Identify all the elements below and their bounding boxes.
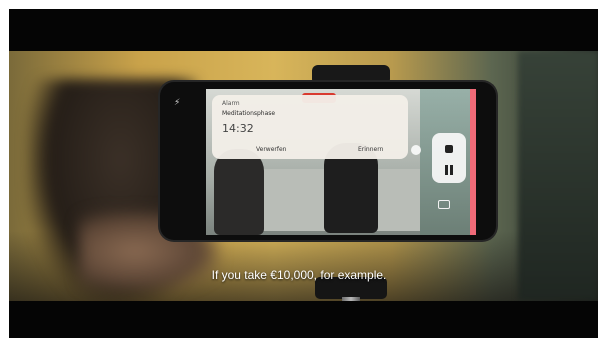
phone-screen: Alarm Meditationsphase 14:32 Verwerfen E… xyxy=(206,89,476,235)
person-left xyxy=(214,149,264,235)
notification-app-label: Alarm xyxy=(222,100,240,107)
pause-icon[interactable] xyxy=(444,165,454,175)
smartphone: Alarm Meditationsphase 14:32 Verwerfen E… xyxy=(160,82,496,240)
notification-time: 14:32 xyxy=(222,122,254,135)
background-plant xyxy=(518,51,598,301)
recording-controls xyxy=(432,133,466,183)
stop-icon[interactable] xyxy=(445,145,453,153)
subtitle-caption: If you take €10,000, for example. xyxy=(211,268,387,282)
tripod-stem xyxy=(342,297,360,301)
notification-title: Meditationsphase xyxy=(222,110,276,117)
video-scene: Alarm Meditationsphase 14:32 Verwerfen E… xyxy=(9,51,598,301)
video-frame: Alarm Meditationsphase 14:32 Verwerfen E… xyxy=(9,9,598,338)
screen-edge-strip xyxy=(470,89,476,235)
camera-icon[interactable] xyxy=(438,200,450,209)
alarm-notification: Alarm Meditationsphase 14:32 Verwerfen E… xyxy=(212,95,408,159)
flash-icon xyxy=(174,98,182,110)
notification-remind-button[interactable]: Erinnern xyxy=(358,146,383,153)
notification-dismiss-button[interactable]: Verwerfen xyxy=(256,146,286,153)
settings-dot-icon[interactable] xyxy=(411,145,421,155)
